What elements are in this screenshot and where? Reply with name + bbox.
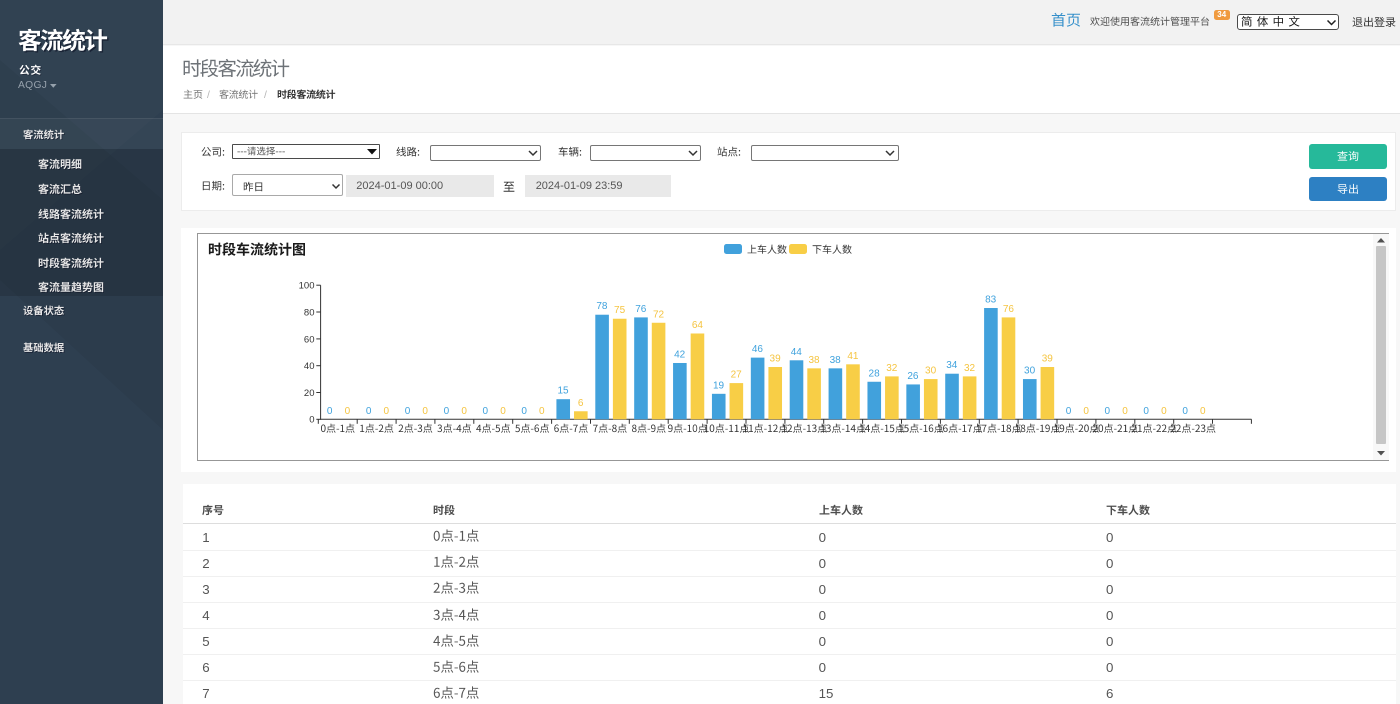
svg-text:0: 0 bbox=[384, 405, 390, 416]
svg-text:0: 0 bbox=[1083, 405, 1089, 416]
svg-text:26: 26 bbox=[907, 370, 919, 381]
svg-text:30: 30 bbox=[1024, 365, 1036, 376]
svg-text:72: 72 bbox=[653, 309, 665, 320]
svg-text:0: 0 bbox=[1143, 405, 1149, 416]
svg-text:40: 40 bbox=[304, 361, 315, 372]
svg-text:83: 83 bbox=[985, 294, 997, 305]
svg-text:41: 41 bbox=[847, 350, 859, 361]
svg-text:39: 39 bbox=[1042, 353, 1054, 364]
svg-text:0: 0 bbox=[1200, 405, 1206, 416]
svg-text:19: 19 bbox=[713, 380, 725, 391]
svg-text:64: 64 bbox=[692, 320, 704, 331]
svg-text:30: 30 bbox=[925, 365, 937, 376]
svg-text:80: 80 bbox=[304, 307, 315, 318]
svg-text:0: 0 bbox=[444, 405, 450, 416]
svg-text:100: 100 bbox=[299, 280, 315, 291]
svg-text:32: 32 bbox=[964, 362, 976, 373]
svg-text:38: 38 bbox=[808, 354, 820, 365]
svg-text:15: 15 bbox=[557, 385, 569, 396]
svg-text:0: 0 bbox=[309, 414, 314, 425]
svg-text:0: 0 bbox=[345, 405, 351, 416]
svg-text:46: 46 bbox=[752, 344, 764, 355]
svg-text:76: 76 bbox=[1003, 303, 1015, 314]
svg-text:0: 0 bbox=[1066, 405, 1072, 416]
svg-text:32: 32 bbox=[886, 362, 898, 373]
svg-text:76: 76 bbox=[635, 303, 647, 314]
svg-text:0: 0 bbox=[405, 405, 411, 416]
svg-text:0: 0 bbox=[327, 405, 333, 416]
svg-text:0: 0 bbox=[1182, 405, 1188, 416]
svg-text:0: 0 bbox=[1105, 405, 1111, 416]
svg-text:0: 0 bbox=[539, 405, 545, 416]
svg-text:0: 0 bbox=[500, 405, 506, 416]
svg-text:75: 75 bbox=[614, 305, 626, 316]
svg-text:78: 78 bbox=[596, 301, 608, 312]
svg-text:20: 20 bbox=[304, 387, 315, 398]
svg-text:38: 38 bbox=[830, 354, 842, 365]
svg-text:28: 28 bbox=[869, 368, 881, 379]
svg-text:0: 0 bbox=[422, 405, 428, 416]
svg-text:27: 27 bbox=[731, 369, 743, 380]
svg-text:44: 44 bbox=[791, 346, 803, 357]
svg-text:34: 34 bbox=[946, 360, 958, 371]
svg-text:0: 0 bbox=[1161, 405, 1167, 416]
svg-text:0: 0 bbox=[1122, 405, 1128, 416]
svg-text:39: 39 bbox=[770, 353, 782, 364]
svg-text:0: 0 bbox=[366, 405, 372, 416]
svg-text:6: 6 bbox=[578, 397, 584, 408]
svg-text:60: 60 bbox=[304, 334, 315, 345]
svg-text:0: 0 bbox=[483, 405, 489, 416]
svg-text:0: 0 bbox=[461, 405, 467, 416]
svg-text:0: 0 bbox=[521, 405, 527, 416]
svg-text:42: 42 bbox=[674, 349, 686, 360]
